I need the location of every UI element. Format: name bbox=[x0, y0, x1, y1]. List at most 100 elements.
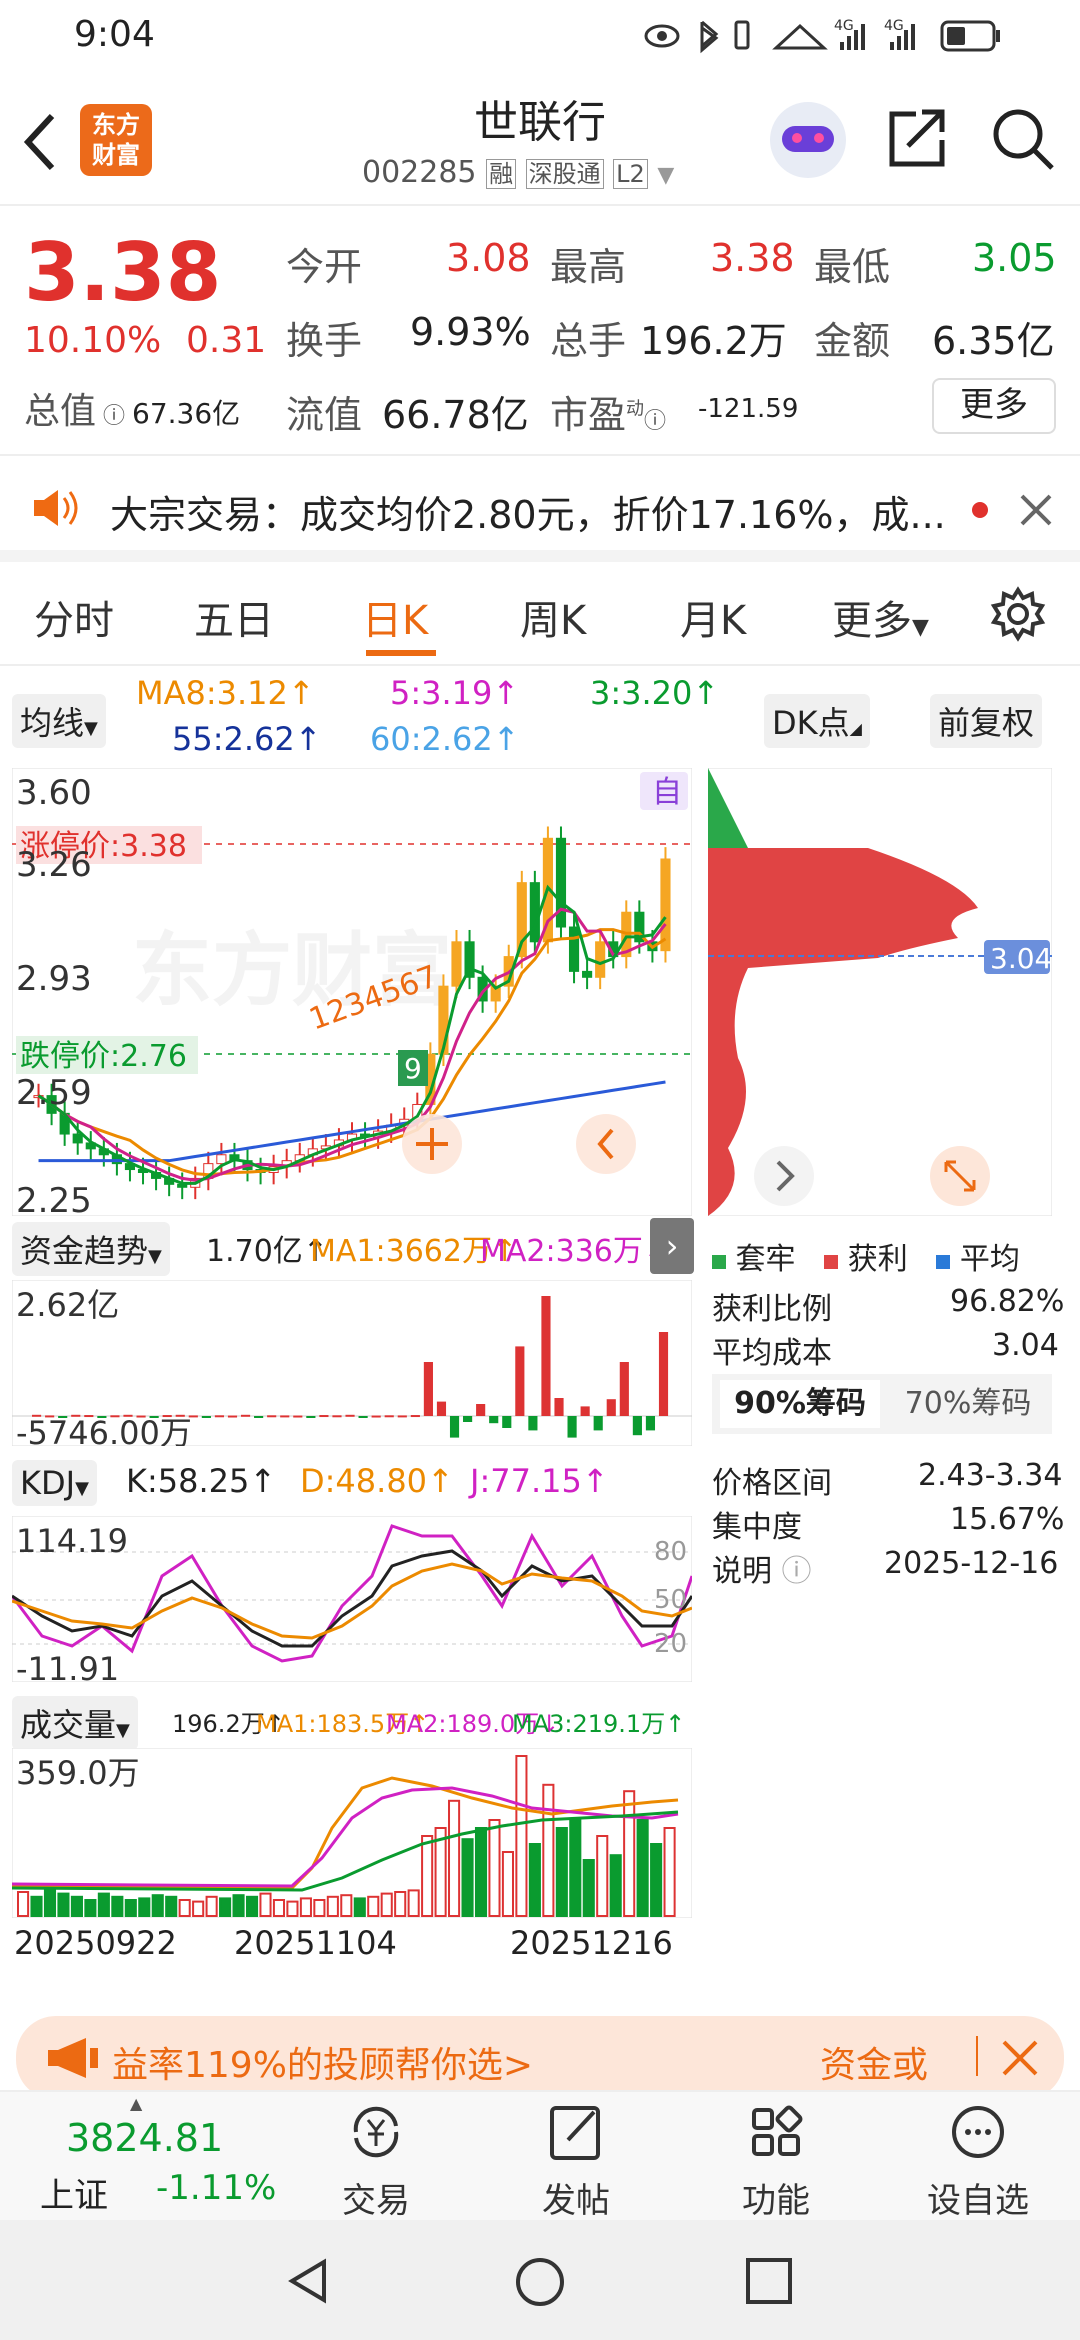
kdj-chart[interactable]: 114.19 -11.91 80 50 20 bbox=[12, 1516, 692, 1682]
fund-trend-dropdown[interactable]: 资金趋势▼ bbox=[12, 1222, 170, 1276]
market-cap: 总值 ⓘ 67.36亿 bbox=[24, 391, 241, 432]
tab-chip-90[interactable]: 90%筹码 bbox=[720, 1380, 880, 1428]
concentration-label: 集中度 bbox=[712, 1510, 802, 1545]
volume-bar bbox=[501, 1851, 514, 1917]
svg-text:2.62亿: 2.62亿 bbox=[16, 1286, 119, 1324]
dk-point-button[interactable]: DK点◢ bbox=[764, 694, 870, 748]
tab-daily-k[interactable]: 日K bbox=[362, 588, 428, 646]
svg-text:4G: 4G bbox=[834, 18, 854, 34]
ma-type-dropdown[interactable]: 均线▼ bbox=[12, 694, 106, 748]
svg-text:9: 9 bbox=[404, 1052, 422, 1085]
volume-bar bbox=[245, 1895, 259, 1918]
notice-bar[interactable]: 大宗交易：成交均价2.80元，折价17.16%，成... bbox=[0, 458, 1080, 562]
kline-chart[interactable]: 东方财富 3.60 涨停价:3.38 3.26 2.93 跌停价:2.76 2.… bbox=[12, 768, 692, 1216]
close-icon[interactable] bbox=[1016, 490, 1056, 530]
index-name[interactable]: 上证 bbox=[40, 2168, 108, 2217]
share-icon[interactable] bbox=[886, 106, 950, 170]
settings-gear-icon[interactable] bbox=[990, 586, 1046, 642]
tab-weekly-k[interactable]: 周K bbox=[520, 588, 586, 646]
more-button[interactable]: 更多 bbox=[932, 378, 1056, 434]
divider bbox=[976, 2036, 978, 2076]
back-icon[interactable] bbox=[20, 110, 60, 174]
nav-functions[interactable]: 功能 bbox=[696, 2100, 856, 2222]
unread-dot bbox=[972, 502, 988, 518]
grid-icon bbox=[752, 2105, 803, 2156]
index-value[interactable]: 3824.81 bbox=[66, 2116, 223, 2160]
volume-bar bbox=[70, 1895, 83, 1918]
kdj-d-value: D:48.80↑ bbox=[300, 1462, 454, 1500]
megaphone-icon bbox=[48, 2038, 98, 2078]
index-pct[interactable]: -1.11% bbox=[156, 2168, 276, 2208]
date-label-end: 20251216 bbox=[510, 1924, 673, 1962]
volume-bar bbox=[178, 1899, 191, 1917]
robot-avatar-icon[interactable] bbox=[770, 102, 846, 178]
adjust-mode-button[interactable]: 前复权 bbox=[930, 694, 1043, 748]
volume-bar bbox=[461, 1838, 474, 1917]
fund-bar bbox=[267, 1415, 277, 1418]
svg-text:114.19: 114.19 bbox=[16, 1522, 128, 1560]
volume-bar bbox=[219, 1897, 232, 1917]
note-label[interactable]: 说明 ⓘ bbox=[712, 1546, 812, 1590]
volume-label: 总手 bbox=[550, 319, 627, 363]
fund-ma2: MA2:336万↓ bbox=[480, 1234, 668, 1269]
volume-bar bbox=[326, 1895, 339, 1918]
volume-dropdown[interactable]: 成交量▼ bbox=[12, 1696, 138, 1750]
volume-bar bbox=[272, 1899, 286, 1917]
change-pct: 10.10% bbox=[24, 320, 162, 361]
chip-tabs: 90%筹码 70%筹码 bbox=[712, 1374, 1052, 1434]
candle bbox=[582, 970, 593, 978]
fund-bar bbox=[280, 1415, 290, 1418]
price-range-value: 2.43-3.34 bbox=[918, 1458, 1063, 1493]
tab-chip-70[interactable]: 70%筹码 bbox=[888, 1380, 1048, 1428]
fund-bar bbox=[580, 1406, 590, 1416]
quote-panel: 3.38 10.10% 0.31 总值 ⓘ 67.36亿 今开 3.08 最高 … bbox=[0, 206, 1080, 456]
volume-bar bbox=[353, 1897, 366, 1917]
fund-trend-chart[interactable]: 2.62亿 -5746.00万 bbox=[12, 1280, 692, 1446]
fund-bar bbox=[201, 1416, 211, 1418]
fund-bar bbox=[227, 1415, 238, 1418]
promo-banner[interactable]: 益率119%的投顾帮你选> 资金或 bbox=[16, 2016, 1064, 2100]
recents-square-icon[interactable] bbox=[744, 2256, 794, 2306]
tab-five-day[interactable]: 五日 bbox=[194, 588, 274, 646]
volume-bar bbox=[636, 1819, 649, 1917]
nav-post[interactable]: 发帖 bbox=[496, 2100, 656, 2222]
more-dots-icon bbox=[952, 2106, 1004, 2158]
nav-add-watchlist[interactable]: 设自选 bbox=[898, 2100, 1058, 2222]
fund-bar bbox=[645, 1416, 656, 1431]
candle bbox=[595, 941, 606, 978]
volume-chart[interactable]: 359.0万 bbox=[12, 1748, 692, 1918]
status-time: 9:04 bbox=[74, 14, 155, 55]
search-icon[interactable] bbox=[990, 106, 1056, 172]
volume-bar bbox=[138, 1897, 151, 1917]
kdj-dropdown[interactable]: KDJ▼ bbox=[12, 1460, 97, 1506]
nav-trade[interactable]: 交易 bbox=[296, 2100, 456, 2222]
tab-monthly-k[interactable]: 月K bbox=[680, 588, 746, 646]
fund-bar bbox=[606, 1399, 616, 1416]
expand-arrow-icon[interactable]: › bbox=[650, 1218, 694, 1274]
fund-bar bbox=[619, 1362, 629, 1416]
stock-code-row[interactable]: 002285 融 深股通 L2 ▼ bbox=[362, 154, 674, 190]
fund-bar bbox=[554, 1398, 564, 1416]
last-price: 3.38 bbox=[24, 226, 222, 319]
ma60-value: 60:2.62↑ bbox=[370, 720, 520, 758]
back-triangle-icon[interactable] bbox=[284, 2256, 334, 2306]
volume-bar bbox=[407, 1889, 420, 1917]
tag-margin: 融 bbox=[486, 159, 517, 189]
chip-distribution-chart[interactable]: 3.04 bbox=[708, 768, 1052, 1216]
volume-bar bbox=[111, 1895, 124, 1918]
volume-bar bbox=[97, 1892, 110, 1918]
up-arrow-icon: ▲ bbox=[130, 2094, 143, 2113]
svg-text:80: 80 bbox=[654, 1537, 687, 1567]
ma8-value: MA8:3.12↑ bbox=[136, 674, 315, 712]
fund-bar bbox=[332, 1415, 342, 1418]
close-icon[interactable] bbox=[1000, 2038, 1040, 2078]
home-circle-icon[interactable] bbox=[514, 2256, 566, 2308]
stock-code: 002285 bbox=[362, 155, 477, 190]
tab-more[interactable]: 更多▼ bbox=[832, 588, 929, 646]
tab-intraday[interactable]: 分时 bbox=[34, 588, 114, 646]
ma55-value: 55:2.62↑ bbox=[172, 720, 322, 758]
ma5-value: 5:3.19↑ bbox=[390, 674, 520, 712]
chevron-down-icon: ▼ bbox=[657, 163, 675, 188]
fund-bar bbox=[371, 1415, 381, 1418]
fund-bar bbox=[449, 1416, 460, 1438]
